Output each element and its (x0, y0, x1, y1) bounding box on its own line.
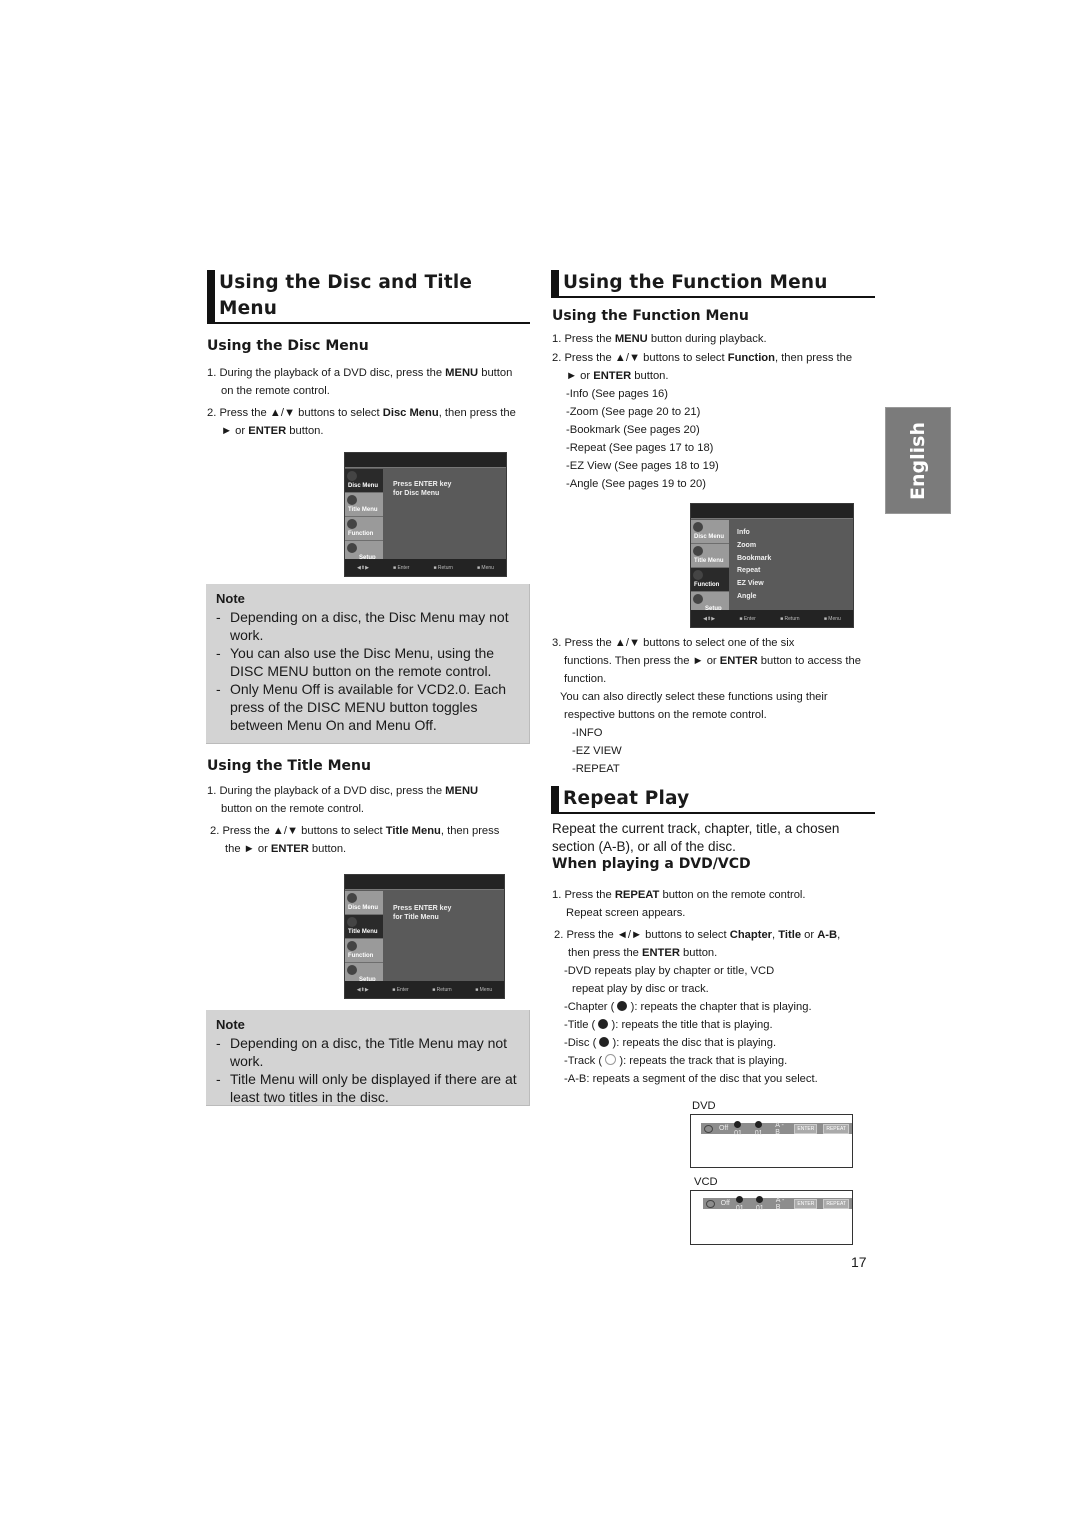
vcd-label: VCD (694, 1176, 718, 1188)
function-list-item: -Zoom (See page 20 to 21) (566, 406, 701, 418)
function-list-item: -Angle (See pages 19 to 20) (566, 478, 706, 490)
repeat-icon (706, 1199, 715, 1208)
function-menu-screen: Disc Menu Title Menu Function Setup Info… (690, 503, 854, 628)
function-menu-steps: 1. Press the MENU button during playback… (552, 330, 882, 493)
page-number: 17 (851, 1254, 867, 1270)
track-repeat-icon (605, 1054, 617, 1065)
screen-footer: ◀⬍▶ ■ Enter ■ Return ■ Menu (345, 981, 504, 998)
title-icon (754, 1120, 762, 1128)
note-item: - You can also use the Disc Menu, using t… (216, 645, 495, 679)
screen-menu-title: Title Menu (345, 493, 383, 517)
repeat-icon (704, 1124, 713, 1133)
section-title-repeat-play: Repeat Play (551, 786, 875, 814)
function-list-item: -Bookmark (See pages 20) (566, 424, 700, 436)
screen-footer: ◀⬍▶ ■ Enter ■ Return ■ Menu (345, 559, 506, 576)
direct-button-item: -INFO (572, 727, 603, 739)
screen-menu-disc: Disc Menu (345, 891, 383, 915)
vcd-repeat-screen: Off 01 01 A - B ENTER REPEAT (690, 1190, 853, 1245)
function-list-item: -Repeat (See pages 17 to 18) (566, 442, 714, 454)
screen-menu-disc: Disc Menu (345, 469, 383, 493)
screen-function-list: Info Zoom Bookmark Repeat EZ View Angle (737, 529, 772, 600)
disc-repeat-icon (599, 1037, 610, 1047)
note-item: - Title Menu will only be displayed if th… (216, 1071, 517, 1105)
section-title-disc-title-menu: Using the Disc and Title Menu (207, 270, 530, 324)
note-item: - Only Menu Off is available for VCD2.0. … (216, 681, 506, 733)
disc-menu-steps: 1. During the playback of a DVD disc, pr… (207, 367, 516, 437)
dvd-repeat-screen: Off 01 01 A - B ENTER REPEAT (690, 1114, 853, 1168)
note-disc-menu: Note - Depending on a disc, the Disc Menu… (206, 584, 530, 744)
heading-using-disc-menu: Using the Disc Menu (207, 338, 369, 354)
screen-menu-function: Function (345, 517, 383, 541)
section-title-function-menu: Using the Function Menu (551, 270, 875, 298)
screen-menu-function: Function (345, 939, 383, 963)
track-icon (735, 1195, 743, 1203)
function-menu-step3: 3. Press the ▲/▼ buttons to select one o… (552, 634, 882, 778)
direct-button-item: -REPEAT (572, 763, 620, 775)
repeat-intro: Repeat the current track, chapter, title… (552, 821, 840, 854)
heading-when-playing-dvd-vcd: When playing a DVD/VCD (552, 856, 751, 872)
repeat-bar: Off 01 01 A - B ENTER REPEAT (703, 1195, 852, 1212)
direct-button-item: -EZ VIEW (572, 745, 622, 757)
language-tab-english: English (885, 407, 951, 514)
title-repeat-icon (598, 1019, 609, 1029)
screen-message: Press ENTER key for Disc Menu (393, 481, 452, 497)
dvd-label: DVD (692, 1100, 716, 1112)
screen-menu-title: Title Menu (345, 915, 383, 939)
screen-menu-function: Function (691, 568, 729, 592)
note-item: - Depending on a disc, the Disc Menu may … (216, 609, 509, 643)
chapter-repeat-icon (617, 1001, 628, 1011)
note-title-menu: Note - Depending on a disc, the Title Men… (206, 1010, 530, 1106)
heading-using-title-menu: Using the Title Menu (207, 758, 371, 774)
repeat-steps: 1. Press the REPEAT button on the remote… (552, 889, 841, 1085)
function-list-item: -EZ View (See pages 18 to 19) (566, 460, 719, 472)
repeat-bar: Off 01 01 A - B ENTER REPEAT (701, 1120, 852, 1137)
screen-menu-disc: Disc Menu (691, 520, 729, 544)
heading-using-function-menu: Using the Function Menu (552, 308, 749, 324)
disc-menu-screen: Disc Menu Title Menu Function Setup Pres… (344, 452, 507, 577)
chapter-icon (734, 1120, 742, 1128)
title-menu-steps: 1. During the playback of a DVD disc, pr… (207, 785, 500, 855)
function-list-item: -Info (See pages 16) (566, 388, 668, 400)
screen-menu-title: Title Menu (691, 544, 729, 568)
note-item: - Depending on a disc, the Title Menu may… (216, 1035, 508, 1069)
screen-footer: ◀⬍▶ ■ Enter ■ Return ■ Menu (691, 610, 853, 627)
screen-message: Press ENTER key for Title Menu (393, 905, 452, 921)
disc-icon (755, 1195, 763, 1203)
title-menu-screen: Disc Menu Title Menu Function Setup Pres… (344, 874, 505, 999)
